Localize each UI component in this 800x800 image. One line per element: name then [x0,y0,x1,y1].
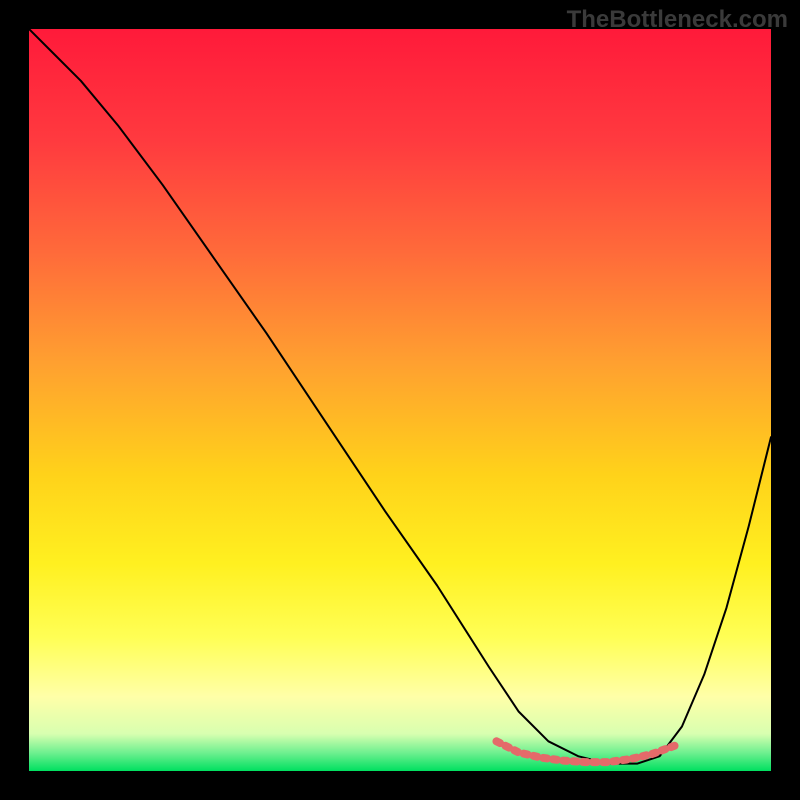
plot-area [29,29,771,771]
chart-container: TheBottleneck.com [0,0,800,800]
gradient-background [29,29,771,771]
chart-svg [29,29,771,771]
watermark-text: TheBottleneck.com [567,6,788,34]
